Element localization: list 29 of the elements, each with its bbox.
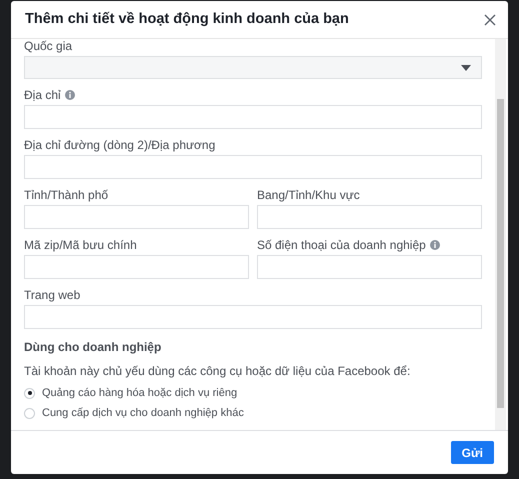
input-field[interactable] — [24, 205, 249, 229]
option-label: Quảng cáo hàng hóa hoặc dịch vụ riêng — [42, 386, 238, 401]
caret-icon — [461, 64, 471, 70]
dialog-title: Thêm chi tiết về hoạt động kinh doanh của bạn — [25, 10, 349, 29]
country-dropdown[interactable] — [24, 56, 482, 79]
option-label: Cung cấp dịch vụ cho doanh nghiệp khác — [42, 406, 244, 421]
field-label: Bang/Tỉnh/Khu vực — [257, 187, 360, 204]
info-icon[interactable] — [430, 240, 440, 250]
input-field[interactable] — [24, 305, 482, 329]
radio-button[interactable] — [24, 388, 35, 398]
scrollbar[interactable] — [495, 39, 506, 430]
field-label: Số điện thoại của doanh nghiệp — [257, 237, 426, 254]
field-label: Quốc gia — [24, 39, 72, 55]
input-field[interactable] — [24, 155, 482, 179]
field-label: Tỉnh/Thành phố — [24, 187, 108, 204]
input-field[interactable] — [24, 255, 249, 279]
close-icon[interactable] — [484, 14, 496, 26]
section-heading: Dùng cho doanh nghiệp — [24, 339, 162, 356]
question-text: Tài khoản này chủ yếu dùng các công cụ hoặc dữ liệu của Facebook để: — [24, 363, 412, 380]
info-icon[interactable] — [64, 90, 75, 100]
input-field[interactable] — [257, 205, 482, 229]
field-label: Trang web — [24, 287, 80, 304]
input-field[interactable] — [257, 255, 482, 279]
field-label: Mã zip/Mã bưu chính — [24, 237, 137, 254]
send-button[interactable]: Gửi — [450, 441, 494, 464]
field-label: Địa chỉ — [24, 87, 61, 104]
radio-button[interactable] — [24, 408, 35, 418]
input-field[interactable] — [24, 105, 482, 129]
field-label: Địa chỉ đường (dòng 2)/Địa phương — [24, 137, 216, 154]
